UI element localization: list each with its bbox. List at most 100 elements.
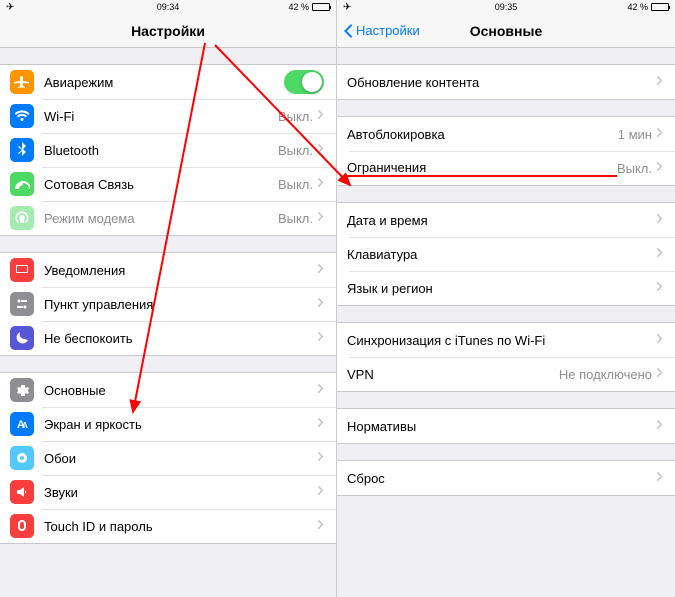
battery-icon xyxy=(312,3,330,11)
settings-row[interactable]: Основные xyxy=(0,373,336,407)
row-label: Wi-Fi xyxy=(44,109,278,124)
row-label: Сброс xyxy=(347,471,656,486)
battery-percent: 42 % xyxy=(627,2,648,12)
page-title: Настройки xyxy=(131,23,205,39)
battery-percent: 42 % xyxy=(288,2,309,12)
row-label: Сотовая Связь xyxy=(44,177,278,192)
settings-row[interactable]: AAЭкран и яркость xyxy=(0,407,336,441)
row-label: Автоблокировка xyxy=(347,127,618,142)
svg-text:A: A xyxy=(22,421,28,430)
row-label: Клавиатура xyxy=(347,247,656,262)
row-label: Дата и время xyxy=(347,213,656,228)
row-label: Обои xyxy=(44,451,317,466)
chevron-right-icon xyxy=(317,449,324,467)
chevron-right-icon xyxy=(317,415,324,433)
chevron-right-icon xyxy=(317,261,324,279)
wifi-icon xyxy=(10,104,34,128)
settings-row[interactable]: Не беспокоить xyxy=(0,321,336,355)
row-value: Выкл. xyxy=(278,177,313,192)
chevron-right-icon xyxy=(656,159,663,177)
settings-row[interactable]: Звуки xyxy=(0,475,336,509)
row-value: Выкл. xyxy=(617,161,652,176)
back-label: Настройки xyxy=(356,23,420,38)
status-bar: ✈ 09:34 42 % xyxy=(0,0,336,14)
airplane-icon xyxy=(10,70,34,94)
settings-row[interactable]: BluetoothВыкл. xyxy=(0,133,336,167)
settings-row[interactable]: Автоблокировка1 мин xyxy=(337,117,675,151)
bt-icon xyxy=(10,138,34,162)
status-time: 09:34 xyxy=(157,2,180,12)
row-label: Синхронизация с iTunes по Wi-Fi xyxy=(347,333,656,348)
chevron-right-icon xyxy=(656,365,663,383)
settings-row[interactable]: Режим модемаВыкл. xyxy=(0,201,336,235)
dnd-icon xyxy=(10,326,34,350)
settings-row[interactable]: Wi-FiВыкл. xyxy=(0,99,336,133)
chevron-right-icon xyxy=(317,209,324,227)
settings-row[interactable]: Синхронизация с iTunes по Wi-Fi xyxy=(337,323,675,357)
sound-icon xyxy=(10,480,34,504)
row-label: Авиарежим xyxy=(44,75,284,90)
settings-row[interactable]: Touch ID и пароль xyxy=(0,509,336,543)
settings-row[interactable]: Язык и регион xyxy=(337,271,675,305)
row-label: Bluetooth xyxy=(44,143,278,158)
chevron-right-icon xyxy=(317,107,324,125)
settings-row[interactable]: Пункт управления xyxy=(0,287,336,321)
page-title: Основные xyxy=(470,23,543,39)
chevron-right-icon xyxy=(317,329,324,347)
airplane-mode-icon: ✈ xyxy=(343,2,351,13)
chevron-right-icon xyxy=(656,211,663,229)
chevron-right-icon xyxy=(317,483,324,501)
touch-icon xyxy=(10,514,34,538)
row-value: Выкл. xyxy=(278,109,313,124)
row-label: Touch ID и пароль xyxy=(44,519,317,534)
row-label: VPN xyxy=(347,367,559,382)
chevron-right-icon xyxy=(656,73,663,91)
chevron-right-icon xyxy=(317,295,324,313)
settings-row[interactable]: Сброс xyxy=(337,461,675,495)
chevron-right-icon xyxy=(656,245,663,263)
airplane-mode-icon: ✈ xyxy=(6,2,14,13)
hotspot-icon xyxy=(10,206,34,230)
row-value: Не подключено xyxy=(559,367,652,382)
settings-row[interactable]: Дата и время xyxy=(337,203,675,237)
back-button[interactable]: Настройки xyxy=(343,23,420,39)
settings-row[interactable]: Авиарежим xyxy=(0,65,336,99)
chevron-right-icon xyxy=(656,469,663,487)
nav-bar: Настройки Основные xyxy=(337,14,675,48)
settings-row[interactable]: VPNНе подключено xyxy=(337,357,675,391)
toggle-switch[interactable] xyxy=(284,70,324,94)
settings-row[interactable]: ОграниченияВыкл. xyxy=(337,151,675,185)
general-icon xyxy=(10,378,34,402)
general-screen: ✈ 09:35 42 % Настройки Основные Обновлен… xyxy=(337,0,675,597)
settings-screen: ✈ 09:34 42 % Настройки АвиарежимWi-FiВык… xyxy=(0,0,337,597)
control-icon xyxy=(10,292,34,316)
settings-row[interactable]: Обновление контента xyxy=(337,65,675,99)
row-value: Выкл. xyxy=(278,211,313,226)
row-label: Звуки xyxy=(44,485,317,500)
row-label: Уведомления xyxy=(44,263,317,278)
settings-row[interactable]: Клавиатура xyxy=(337,237,675,271)
general-list[interactable]: Обновление контента Автоблокировка1 минО… xyxy=(337,48,675,597)
row-value: Выкл. xyxy=(278,143,313,158)
chevron-right-icon xyxy=(656,331,663,349)
battery-icon xyxy=(651,3,669,11)
row-label: Пункт управления xyxy=(44,297,317,312)
settings-row[interactable]: Сотовая СвязьВыкл. xyxy=(0,167,336,201)
nav-bar: Настройки xyxy=(0,14,336,48)
wall-icon xyxy=(10,446,34,470)
chevron-right-icon xyxy=(317,141,324,159)
row-label: Ограничения xyxy=(347,160,617,177)
row-label: Режим модема xyxy=(44,211,278,226)
chevron-right-icon xyxy=(317,175,324,193)
chevron-right-icon xyxy=(656,125,663,143)
settings-row[interactable]: Обои xyxy=(0,441,336,475)
row-label: Нормативы xyxy=(347,419,656,434)
settings-row[interactable]: Нормативы xyxy=(337,409,675,443)
cell-icon xyxy=(10,172,34,196)
settings-list[interactable]: АвиарежимWi-FiВыкл.BluetoothВыкл.Сотовая… xyxy=(0,48,336,597)
status-time: 09:35 xyxy=(495,2,518,12)
chevron-right-icon xyxy=(317,381,324,399)
row-label: Обновление контента xyxy=(347,75,656,90)
chevron-right-icon xyxy=(656,417,663,435)
settings-row[interactable]: Уведомления xyxy=(0,253,336,287)
